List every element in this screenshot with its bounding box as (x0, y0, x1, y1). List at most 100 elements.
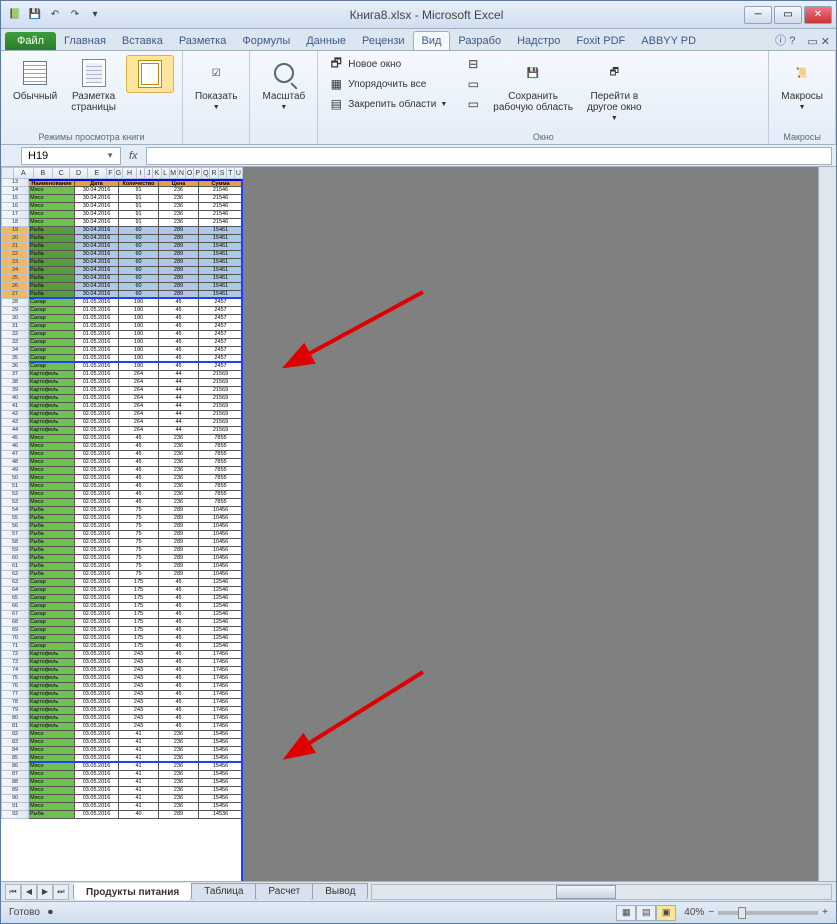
cell[interactable]: 243 (119, 651, 159, 659)
row-header[interactable]: 54 (1, 507, 29, 515)
cell[interactable]: 45 (159, 691, 199, 699)
row-header[interactable]: 84 (1, 747, 29, 755)
cell[interactable]: Сахар (29, 323, 75, 331)
cell[interactable]: Рыба (29, 227, 75, 235)
row-header[interactable]: 79 (1, 707, 29, 715)
ribbon-tab-формулы[interactable]: Формулы (234, 32, 298, 50)
cell[interactable]: Картофель (29, 395, 75, 403)
table-row[interactable]: 81Картофель03.05.20162434517456 (1, 723, 243, 731)
cell[interactable]: 45 (119, 459, 159, 467)
ribbon-tab-вид[interactable]: Вид (413, 31, 451, 50)
cell[interactable]: Картофель (29, 723, 75, 731)
cell[interactable]: 17456 (199, 651, 243, 659)
cell[interactable]: 01.05.2016 (75, 339, 119, 347)
cell[interactable]: 02.05.2016 (75, 547, 119, 555)
header-cell[interactable]: Дата (75, 179, 119, 187)
cell[interactable]: 01.05.2016 (75, 315, 119, 323)
cell[interactable]: 236 (159, 475, 199, 483)
row-header[interactable]: 46 (1, 443, 29, 451)
cell[interactable]: 91 (119, 219, 159, 227)
cell[interactable]: 02.05.2016 (75, 467, 119, 475)
row-header[interactable]: 29 (1, 307, 29, 315)
cell[interactable]: 289 (159, 275, 199, 283)
cell[interactable]: Картофель (29, 419, 75, 427)
cell[interactable]: Мясо (29, 459, 75, 467)
cell[interactable]: 10456 (199, 515, 243, 523)
cell[interactable]: 15461 (199, 267, 243, 275)
cell[interactable]: 02.05.2016 (75, 435, 119, 443)
cell[interactable]: Рыба (29, 539, 75, 547)
cell[interactable]: 45 (119, 443, 159, 451)
cell[interactable]: 17456 (199, 715, 243, 723)
row-header[interactable]: 63 (1, 579, 29, 587)
cell[interactable]: 289 (159, 243, 199, 251)
table-row[interactable]: 44Картофель02.05.20162644421569 (1, 427, 243, 435)
zoom-slider-thumb[interactable] (738, 907, 746, 919)
cell[interactable]: 2457 (199, 299, 243, 307)
table-row[interactable]: 88Мясо03.05.20164123615456 (1, 779, 243, 787)
ribbon-tab-abbyy pd[interactable]: ABBYY PD (633, 32, 704, 50)
row-header[interactable]: 28 (1, 299, 29, 307)
cell[interactable]: 289 (159, 235, 199, 243)
cell[interactable]: Сахар (29, 587, 75, 595)
table-row[interactable]: 66Сахар02.05.20161754512546 (1, 603, 243, 611)
table-row[interactable]: 79Картофель03.05.20162434517456 (1, 707, 243, 715)
cell[interactable]: Картофель (29, 675, 75, 683)
cell[interactable]: 264 (119, 387, 159, 395)
cell[interactable]: 02.05.2016 (75, 563, 119, 571)
cell[interactable]: 289 (159, 507, 199, 515)
cell[interactable]: Мясо (29, 755, 75, 763)
cell[interactable]: 243 (119, 707, 159, 715)
cell[interactable]: 01.05.2016 (75, 331, 119, 339)
cell[interactable]: 12546 (199, 643, 243, 651)
cell[interactable]: Мясо (29, 195, 75, 203)
cell[interactable]: 03.05.2016 (75, 795, 119, 803)
cell[interactable]: 12546 (199, 579, 243, 587)
cell[interactable]: 02.05.2016 (75, 499, 119, 507)
column-header-E[interactable]: E (88, 167, 107, 179)
cell[interactable]: 01.05.2016 (75, 323, 119, 331)
cell[interactable]: 41 (119, 739, 159, 747)
table-row[interactable]: 53Мясо02.05.2016452367855 (1, 499, 243, 507)
row-header[interactable]: 38 (1, 379, 29, 387)
column-header-S[interactable]: S (219, 167, 227, 179)
macros-button[interactable]: 📜 Макросы ▼ (777, 55, 827, 113)
cell[interactable]: 30.04.2016 (75, 243, 119, 251)
cell[interactable]: 236 (159, 203, 199, 211)
cell[interactable]: 45 (159, 307, 199, 315)
cell[interactable]: 41 (119, 779, 159, 787)
cell[interactable]: Рыба (29, 251, 75, 259)
table-row[interactable]: 42Картофель02.05.20162644421569 (1, 411, 243, 419)
cell[interactable]: Сахар (29, 643, 75, 651)
cell[interactable]: Мясо (29, 483, 75, 491)
cell[interactable]: 15456 (199, 755, 243, 763)
table-row[interactable]: 33Сахар01.05.2016190452457 (1, 339, 243, 347)
row-header[interactable]: 36 (1, 363, 29, 371)
cell[interactable]: 7855 (199, 443, 243, 451)
cell[interactable]: 41 (119, 803, 159, 811)
cell[interactable]: 01.05.2016 (75, 347, 119, 355)
row-header[interactable]: 81 (1, 723, 29, 731)
cell[interactable]: 10456 (199, 555, 243, 563)
cell[interactable]: 289 (159, 539, 199, 547)
cell[interactable]: 03.05.2016 (75, 699, 119, 707)
cell[interactable]: 12546 (199, 635, 243, 643)
cell[interactable]: 12546 (199, 627, 243, 635)
cell[interactable]: Сахар (29, 307, 75, 315)
cell[interactable]: 15456 (199, 747, 243, 755)
column-header-M[interactable]: M (170, 167, 178, 179)
cell[interactable]: Сахар (29, 331, 75, 339)
cell[interactable]: 236 (159, 771, 199, 779)
row-header[interactable]: 37 (1, 371, 29, 379)
table-row[interactable]: 52Мясо02.05.2016452367855 (1, 491, 243, 499)
row-header[interactable]: 32 (1, 331, 29, 339)
row-header[interactable]: 42 (1, 411, 29, 419)
cell[interactable]: 15461 (199, 235, 243, 243)
cell[interactable]: Мясо (29, 211, 75, 219)
row-header[interactable]: 31 (1, 323, 29, 331)
row-header[interactable]: 33 (1, 339, 29, 347)
tab-nav-last[interactable]: ⏭ (53, 884, 69, 900)
table-row[interactable]: 57Рыба02.05.20167528910456 (1, 531, 243, 539)
show-button[interactable]: ☑ Показать ▼ (191, 55, 242, 113)
row-header[interactable]: 64 (1, 587, 29, 595)
